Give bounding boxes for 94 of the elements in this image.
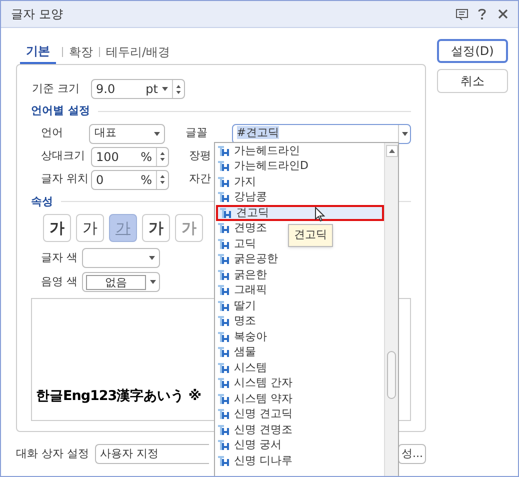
unit-label: pt: [146, 81, 159, 98]
font-list-item[interactable]: 시스템 간자: [216, 376, 294, 391]
down-arrow-icon: [160, 158, 165, 161]
tab[interactable]: 테두리/배경: [106, 40, 170, 64]
font-icon: [218, 392, 230, 405]
field-label: 음영 색: [41, 274, 78, 290]
font-list-item[interactable]: 견고딕: [216, 205, 384, 220]
caret-icon: [402, 132, 408, 136]
font-list-item[interactable]: 고딕: [216, 236, 258, 252]
down-arrow-icon: [176, 90, 181, 94]
font-icon: [218, 362, 230, 374]
font-icon: [218, 222, 230, 234]
font-list-item[interactable]: 가지: [216, 174, 258, 190]
up-arrow-icon: [388, 149, 394, 153]
caret-icon: [154, 132, 160, 136]
font-list-item[interactable]: 샘물: [216, 344, 258, 360]
field-label: 상대크기: [41, 148, 86, 164]
section-title: 속성: [31, 194, 53, 210]
font-icon: [218, 176, 230, 188]
font-list-item[interactable]: 신명 견명조: [216, 422, 294, 438]
font-list-item[interactable]: 강남콩: [216, 190, 269, 205]
font-list-item[interactable]: 굵은공한: [216, 252, 280, 267]
scroll-up-button[interactable]: [386, 145, 398, 157]
section-title: 언어별 설정: [31, 103, 90, 119]
font-list-item[interactable]: 명조: [216, 314, 258, 329]
font-list-item[interactable]: 신명 견고딕: [216, 406, 294, 422]
dialog-button[interactable]: 설정(D): [437, 39, 508, 63]
field-label: 글자 위치: [41, 171, 90, 188]
dialog-button[interactable]: 취소: [437, 69, 508, 93]
field-label: 대화 상자 설정: [16, 446, 89, 462]
font-icon: [218, 284, 230, 296]
font-icon: [220, 206, 232, 219]
field-label: 장평: [189, 148, 211, 164]
caret-icon: [162, 87, 168, 91]
field-label: 글자 색: [41, 250, 78, 266]
font-list-item[interactable]: 가는헤드라인D: [216, 158, 310, 174]
shade-color-dropdown[interactable]: 없음: [82, 272, 160, 292]
font-icon: [218, 439, 230, 452]
scroll-thumb[interactable]: [387, 351, 396, 399]
cursor-icon: [315, 207, 325, 222]
unit-label: %: [140, 148, 153, 166]
font-icon: [218, 238, 230, 250]
dialog-setting-dropdown[interactable]: 사용자 지정: [95, 444, 210, 464]
unit-label: %: [140, 172, 153, 188]
font-icon: [218, 191, 230, 204]
font-icon: [218, 330, 230, 343]
font-icon: [218, 346, 230, 358]
font-icon: [218, 144, 230, 157]
font-icon: [218, 268, 230, 281]
chat-icon[interactable]: [456, 8, 468, 20]
font-list-item[interactable]: 시스템: [216, 360, 269, 376]
font-list-item[interactable]: 복숭아: [216, 329, 269, 344]
number-field[interactable]: 9.0 pt: [91, 79, 185, 99]
field-label: 언어: [41, 125, 64, 142]
up-arrow-icon: [176, 84, 181, 88]
font-list-item[interactable]: 신명 궁서: [216, 438, 284, 453]
window-title: 글자 모양: [11, 6, 64, 23]
font-icon: [218, 424, 230, 436]
caret-icon: [149, 256, 155, 260]
scrollbar[interactable]: [384, 143, 398, 476]
tab[interactable]: 기본: [20, 40, 56, 64]
down-arrow-icon: [160, 181, 165, 184]
field-label: 글꼴: [185, 125, 208, 142]
caret-icon: [150, 280, 156, 284]
font-icon: [218, 253, 230, 266]
text-color-dropdown[interactable]: [82, 248, 160, 268]
font-list-item[interactable]: 굵은한: [216, 267, 269, 282]
font-list-item[interactable]: 딸기: [216, 298, 258, 314]
font-icon: [218, 315, 230, 328]
close-icon[interactable]: [498, 9, 508, 19]
font-list-item[interactable]: 시스템 약자: [216, 391, 294, 406]
tooltip: 견고딕: [288, 224, 333, 246]
number-field[interactable]: 100 %: [91, 146, 169, 166]
font-list-item[interactable]: 가는헤드라인: [216, 143, 302, 158]
field-label: 기준 크기: [31, 80, 80, 97]
attribute-button[interactable]: 가: [43, 214, 71, 242]
font-list-item[interactable]: 신명 디나루: [216, 453, 294, 468]
attribute-button[interactable]: 가: [76, 214, 104, 242]
preview-text: 한글Eng123漢字あいう ※: [36, 386, 202, 406]
font-list-item[interactable]: 견명조: [216, 220, 269, 236]
number-field[interactable]: 0 %: [91, 170, 169, 190]
help-icon[interactable]: [478, 8, 486, 20]
up-arrow-icon: [160, 175, 165, 178]
font-icon: [218, 377, 230, 390]
tab[interactable]: 확장: [69, 40, 93, 64]
field-label: 자간: [189, 171, 211, 188]
font-icon: [218, 454, 230, 467]
up-arrow-icon: [160, 152, 165, 155]
language-dropdown[interactable]: 대표: [89, 124, 166, 144]
font-icon: [218, 160, 230, 172]
attribute-button[interactable]: 가: [142, 214, 170, 242]
font-icon: [218, 300, 230, 312]
font-list-item[interactable]: 그래픽: [216, 282, 269, 298]
font-icon: [218, 408, 230, 420]
